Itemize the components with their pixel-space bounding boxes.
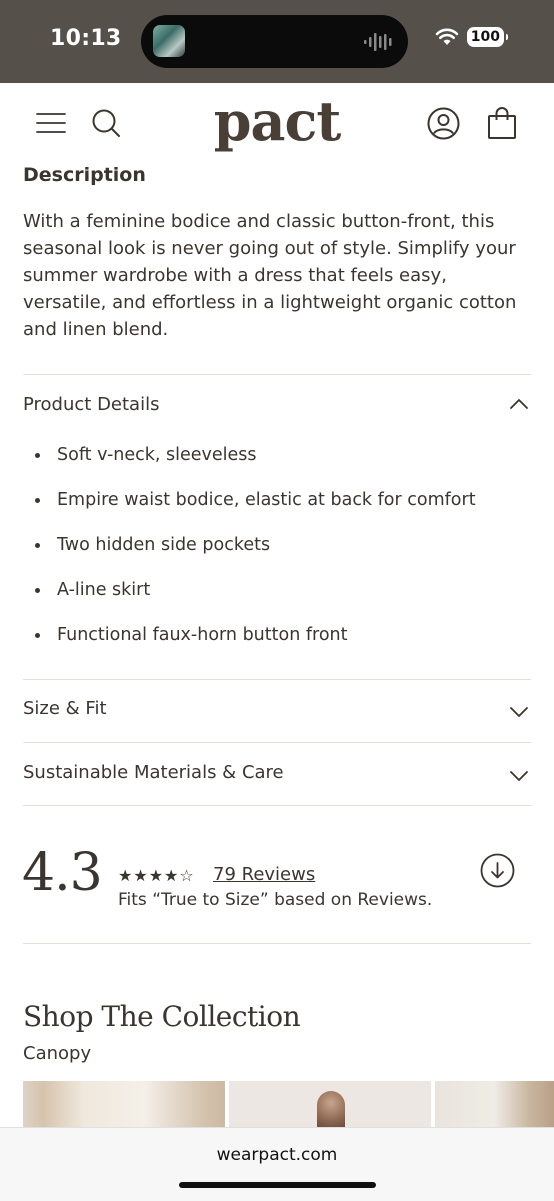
collection-name: Canopy [23,1043,92,1064]
accordion-materials-care[interactable]: Sustainable Materials & Care [23,754,531,794]
list-item: Soft v-neck, sleeveless [33,438,476,483]
list-item: A-line skirt [33,573,476,618]
accordion-label: Sustainable Materials & Care [23,762,284,783]
browser-address-bar[interactable]: wearpact.com [0,1127,554,1201]
description-heading: Description [23,164,146,186]
fit-summary: Fits “True to Size” based on Reviews. [118,890,433,910]
list-item: Two hidden side pockets [33,528,476,573]
divider [23,742,531,743]
model-photo [317,1091,345,1131]
reviews-link[interactable]: 79 Reviews [213,864,315,885]
product-details-list: Soft v-neck, sleeveless Empire waist bod… [33,438,476,663]
accordion-size-fit[interactable]: Size & Fit [23,690,531,730]
product-thumbnail[interactable] [23,1081,225,1131]
cart-icon[interactable] [487,107,517,140]
product-thumbnail[interactable] [435,1081,554,1131]
url-text[interactable]: wearpact.com [0,1145,554,1165]
list-item: Functional faux-horn button front [33,618,476,663]
arrow-down-circle-icon[interactable] [480,853,515,888]
now-playing-artwork [153,25,185,57]
divider [23,943,531,944]
home-indicator[interactable] [179,1182,376,1188]
status-bar: 10:13 100 [0,0,554,83]
average-rating: 4.3 [22,843,103,903]
accordion-label: Size & Fit [23,698,107,719]
collection-heading: Shop The Collection [23,1000,301,1033]
divider [23,679,531,680]
list-item: Empire waist bodice, elastic at back for… [33,483,476,528]
accordion-label: Product Details [23,394,160,415]
chevron-up-icon [510,399,528,409]
site-logo[interactable]: pact [0,89,554,153]
chevron-down-icon [510,707,528,717]
accordion-product-details[interactable]: Product Details [23,386,531,426]
product-thumbnail[interactable] [229,1081,431,1131]
status-time: 10:13 [50,26,122,51]
audio-wave-icon [364,33,392,51]
site-header: pact [0,83,554,163]
description-body: With a feminine bodice and classic butto… [23,211,517,340]
account-icon[interactable] [427,107,460,140]
wifi-icon [435,28,459,45]
dynamic-island[interactable] [141,15,408,68]
divider [23,805,531,806]
status-indicators: 100 [435,27,509,47]
divider [23,374,531,375]
star-rating: ★★★★☆ [118,868,195,885]
chevron-down-icon [510,771,528,781]
battery-icon: 100 [466,27,509,47]
